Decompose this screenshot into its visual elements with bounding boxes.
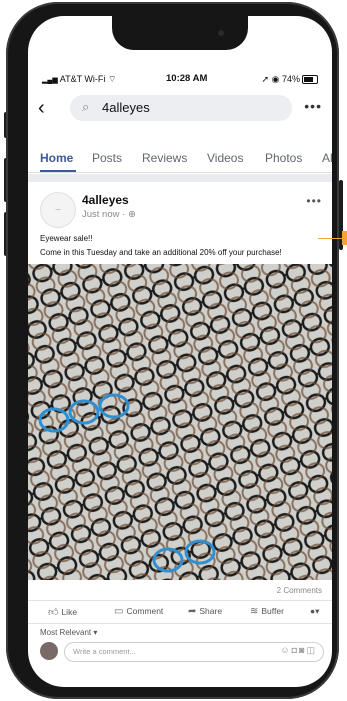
search-query: 4alleyes xyxy=(102,100,150,115)
post-actions: 👍︎ Like ▭ Comment ➦ Share ≋ Buffer ●▾ xyxy=(28,600,332,624)
comment-tools: ☺◘◙◫ xyxy=(280,645,317,656)
feed-divider xyxy=(28,174,332,182)
status-time: 10:28 AM xyxy=(166,73,208,84)
post-time: Just now · ⊕ xyxy=(82,209,136,220)
share-label: Share xyxy=(199,606,223,616)
post-more-icon[interactable]: ••• xyxy=(306,194,322,208)
more-options-icon[interactable]: ••• xyxy=(304,98,322,114)
like-icon: 👍︎ xyxy=(48,607,59,618)
post-photo[interactable] xyxy=(28,264,332,580)
comment-icon: ▭ xyxy=(114,606,124,617)
tab-home[interactable]: Home xyxy=(40,151,73,165)
callout-marker xyxy=(342,231,347,245)
comment-button[interactable]: ▭ Comment xyxy=(114,606,163,617)
buffer-icon: ≋ xyxy=(250,606,259,617)
search-icon: ⌕ xyxy=(82,99,90,114)
phone-screen: ▂▄▆ AT&T Wi-Fi ⌔ 10:28 AM ➚ ◉ 74% ‹ ⌕ 4a… xyxy=(28,16,332,687)
reaction-selector-icon[interactable]: ●▾ xyxy=(310,606,319,617)
post-text-line2: Come in this Tuesday and take an additio… xyxy=(40,248,282,257)
battery-status: ➚ ◉ 74% xyxy=(262,74,318,85)
page-avatar[interactable]: — xyxy=(40,192,76,228)
post-time-label: Just now xyxy=(82,209,120,220)
tab-posts[interactable]: Posts xyxy=(92,151,122,165)
tab-videos[interactable]: Videos xyxy=(207,151,243,165)
comments-count[interactable]: 2 Comments xyxy=(277,586,322,595)
search-row: ‹ ⌕ 4alleyes ••• xyxy=(28,94,332,124)
tab-photos[interactable]: Photos xyxy=(265,151,302,165)
notch xyxy=(112,16,248,50)
tab-reviews[interactable]: Reviews xyxy=(142,151,187,165)
like-label: Like xyxy=(61,607,78,617)
comment-input[interactable]: Write a comment... ☺◘◙◫ xyxy=(64,642,324,662)
camera-icon[interactable]: ◘ xyxy=(292,645,299,655)
page-name[interactable]: 4alleyes xyxy=(82,193,129,207)
signal-icon: ▂▄▆ xyxy=(42,77,58,84)
buffer-button[interactable]: ≋ Buffer xyxy=(250,606,284,617)
comment-sort[interactable]: Most Relevant ▾ xyxy=(40,628,97,637)
post-header: — 4alleyes Just now · ⊕ ••• xyxy=(28,184,332,228)
status-bar: ▂▄▆ AT&T Wi-Fi ⌔ 10:28 AM ➚ ◉ 74% xyxy=(28,72,332,88)
comment-label: Comment xyxy=(126,606,164,616)
carrier-label: AT&T Wi-Fi xyxy=(59,74,106,84)
active-tab-indicator xyxy=(40,170,76,172)
comment-composer: Write a comment... ☺◘◙◫ xyxy=(28,640,332,664)
wifi-icon: ⌔ xyxy=(107,74,117,84)
chevron-down-icon: ▾ xyxy=(93,628,98,637)
buffer-label: Buffer xyxy=(261,606,284,616)
share-button[interactable]: ➦ Share xyxy=(188,606,222,617)
camera-icon xyxy=(218,30,224,36)
tab-about[interactable]: Al xyxy=(322,151,332,165)
eyewear-photo xyxy=(28,264,332,580)
carrier-status: ▂▄▆ AT&T Wi-Fi ⌔ xyxy=(42,74,116,85)
post-text-line1: Eyewear sale!! xyxy=(40,234,93,243)
page-tabs: Home Posts Reviews Videos Photos Al xyxy=(28,142,332,173)
search-input[interactable]: ⌕ 4alleyes xyxy=(70,95,292,121)
comment-placeholder: Write a comment... xyxy=(73,647,136,656)
comment-sort-label: Most Relevant xyxy=(40,628,92,637)
battery-percent: 74% xyxy=(281,74,300,84)
sticker-icon[interactable]: ◫ xyxy=(306,645,317,655)
back-arrow-icon[interactable]: ‹ xyxy=(38,97,45,120)
alarm-icon: ◉ xyxy=(271,74,280,84)
user-avatar xyxy=(40,642,58,660)
battery-icon xyxy=(302,75,318,85)
share-icon: ➦ xyxy=(188,606,197,617)
like-button[interactable]: 👍︎ Like xyxy=(48,606,77,618)
phone-frame: ▂▄▆ AT&T Wi-Fi ⌔ 10:28 AM ➚ ◉ 74% ‹ ⌕ 4a… xyxy=(6,2,339,699)
location-icon: ➚ xyxy=(261,74,270,84)
emoji-icon[interactable]: ☺ xyxy=(280,645,291,655)
globe-icon: ⊕ xyxy=(127,209,136,220)
